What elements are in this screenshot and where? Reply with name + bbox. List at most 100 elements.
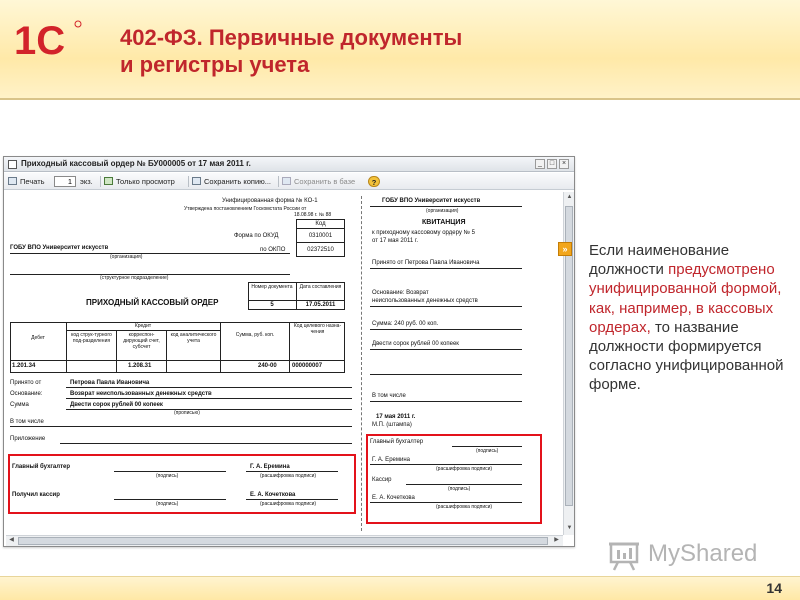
signature-line [406, 484, 522, 485]
printer-icon [8, 177, 17, 185]
table-rule [10, 360, 345, 361]
minimize-button[interactable]: _ [535, 159, 545, 169]
receipt-sign-caption: (подпись) [476, 448, 499, 454]
col-sum: Сумма, руб. коп. [235, 332, 275, 338]
in-words-caption: (прописью) [174, 410, 200, 416]
window-titlebar[interactable]: Приходный кассовый ордер № БУ000005 от 1… [4, 157, 574, 172]
1c-logo-icon: 1С [14, 19, 82, 63]
signature-caption: (подпись) [156, 473, 179, 479]
receipt-chief-label: Главный бухгалтер [370, 439, 424, 445]
attachment-label: Приложение [10, 436, 46, 442]
scroll-left-icon[interactable]: ◀ [7, 536, 16, 545]
row-corr-account: 1.208.31 [128, 363, 152, 369]
horizontal-scrollbar[interactable]: ◀ ▶ [6, 535, 563, 546]
code-box-rule [296, 242, 345, 243]
approved-date: 18.08.98 г. № 88 [294, 212, 332, 218]
scroll-down-icon[interactable]: ▼ [565, 524, 574, 533]
col-debit: Дебет [31, 335, 45, 341]
cashier-label: Получил кассир [12, 492, 60, 498]
receipt-received-from: Принято от Петрова Павла Ивановича [372, 260, 480, 266]
receipt-sum-words: Двести сорок рублей 00 копеек [372, 341, 459, 347]
col-corr-account: корреспон-дирующий счет, субсчет [123, 332, 160, 350]
organization-caption: (организация) [110, 254, 143, 260]
header-divider [0, 98, 800, 100]
doc-date-header: Дата составления [299, 284, 342, 290]
table-rule [166, 330, 167, 373]
sum-words-value: Двести сорок рублей 00 копеек [70, 402, 163, 408]
receipt-line [370, 401, 522, 402]
receipt-org-caption: (организация) [426, 208, 459, 214]
receipt-decode-caption: (расшифровка подписи) [436, 466, 493, 472]
receipt-cashier-label: Кассир [372, 477, 392, 483]
page-number: 14 [766, 580, 782, 596]
receipt-sign-caption: (подпись) [448, 486, 471, 492]
form-line [60, 443, 352, 444]
including-label: В том числе [10, 419, 44, 425]
col-analytics: код аналитического учета [170, 332, 217, 344]
code-header: Код [315, 221, 326, 227]
save-copy-button[interactable]: Сохранить копию... [192, 176, 271, 187]
received-from-label: Принято от [10, 380, 42, 386]
view-only-icon [104, 177, 113, 185]
okud-label: Форма по ОКУД [234, 233, 279, 239]
myshared-watermark: MyShared [608, 537, 768, 573]
row-debit: 1.201.34 [12, 363, 36, 369]
horizontal-scroll-thumb[interactable] [18, 537, 548, 545]
toolbar-separator [100, 176, 101, 187]
col-subdivision-code: код струк-турного под-разделения [71, 332, 112, 344]
document-icon [8, 160, 17, 169]
receipt-line [370, 329, 522, 330]
signature-line [114, 499, 226, 500]
save-db-label: Сохранить в базе [294, 177, 356, 186]
document-window[interactable]: Приходный кассовый ордер № БУ000005 от 1… [3, 156, 575, 547]
view-only-toggle[interactable]: Только просмотр [104, 176, 175, 187]
receipt-date-line: от 17 мая 2011 г. [372, 238, 419, 244]
database-save-icon [282, 177, 291, 185]
presentation-board-icon [609, 542, 639, 571]
doc-date-value: 17.05.2011 [305, 302, 336, 308]
col-credit: Кредит [134, 323, 152, 329]
watermark-text: MyShared [648, 540, 758, 567]
organization-name: ГОБУ ВПО Университет искусств [10, 245, 109, 251]
save-icon [192, 177, 201, 185]
receipt-line [370, 374, 522, 375]
cash-order-title: ПРИХОДНЫЙ КАССОВЫЙ ОРДЕР [86, 298, 219, 307]
explanatory-note: Если наименование должности предусмотрен… [589, 241, 794, 395]
doc-number-value: 5 [270, 302, 274, 308]
cut-line [361, 196, 362, 531]
print-button[interactable]: Печать [8, 176, 45, 187]
printed-form-area: Унифицированная форма № КО-1 Утверждена … [6, 192, 563, 535]
maximize-button[interactable]: □ [547, 159, 557, 169]
receipt-including: В том числе [372, 393, 406, 399]
approved-label: Утверждена постановлением Госкомстата Ро… [184, 206, 307, 212]
form-line [10, 426, 352, 427]
help-button[interactable]: ? [368, 176, 380, 187]
toolbar-separator [278, 176, 279, 187]
receipt-line [370, 206, 522, 207]
slide-footer: 14 [0, 576, 800, 600]
table-rule [220, 322, 221, 373]
receipt-basis-2: неиспользованных денежных средств [372, 298, 478, 304]
receipt-date: 17 мая 2011 г. [376, 414, 416, 420]
copies-unit-label: экз. [80, 177, 93, 186]
decode-caption: (расшифровка подписи) [260, 473, 317, 479]
receipt-stamp: М.П. (штампа) [372, 422, 412, 428]
toolbar-separator [188, 176, 189, 187]
close-button[interactable]: × [559, 159, 569, 169]
copies-input[interactable]: 1 [54, 176, 76, 187]
unified-form-label: Унифицированная форма № КО-1 [222, 198, 318, 204]
slide-header: 1С 402-ФЗ. Первичные документы и регистр… [0, 0, 800, 98]
cashier-name: Е. А. Кочеткова [250, 492, 296, 498]
signature-line [246, 499, 338, 500]
structural-unit-caption: (структурное подразделение) [100, 275, 169, 281]
save-db-button[interactable]: Сохранить в базе [282, 176, 355, 187]
print-label: Печать [20, 177, 45, 186]
scroll-right-icon[interactable]: ▶ [552, 536, 561, 545]
slide-title: 402-ФЗ. Первичные документы и регистры у… [120, 24, 462, 78]
save-copy-label: Сохранить копию... [204, 177, 272, 186]
scroll-up-icon[interactable]: ▲ [565, 193, 574, 202]
window-title: Приходный кассовый ордер № БУ000005 от 1… [21, 159, 251, 168]
receipt-sum: Сумма: 240 руб. 00 коп. [372, 321, 439, 327]
sum-label: Сумма [10, 402, 29, 408]
bullet-arrow-icon: » [558, 242, 572, 256]
